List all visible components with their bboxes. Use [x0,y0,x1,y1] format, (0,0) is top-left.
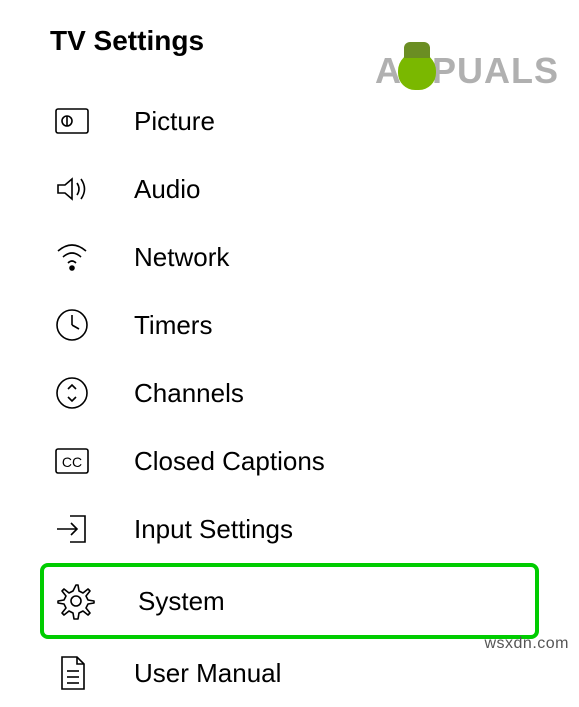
menu-label: Network [134,242,229,273]
cc-icon: CC [50,439,94,483]
menu-label: Audio [134,174,201,205]
settings-menu: Picture Audio Network Timers Channels CC… [40,87,539,707]
manual-icon [50,651,94,695]
channels-icon [50,371,94,415]
menu-item-network[interactable]: Network [40,223,539,291]
picture-icon [50,99,94,143]
watermark: APUALS [375,50,559,92]
menu-item-timers[interactable]: Timers [40,291,539,359]
watermark-suffix: PUALS [432,50,559,92]
menu-item-user-manual[interactable]: User Manual [40,639,539,707]
menu-label: Picture [134,106,215,137]
menu-item-closed-captions[interactable]: CC Closed Captions [40,427,539,495]
menu-label: User Manual [134,658,281,689]
input-icon [50,507,94,551]
mascot-icon [398,52,436,90]
menu-item-audio[interactable]: Audio [40,155,539,223]
audio-icon [50,167,94,211]
svg-text:CC: CC [62,454,82,470]
source-text: wsxdn.com [484,635,569,653]
menu-label: Input Settings [134,514,293,545]
menu-label: Channels [134,378,244,409]
menu-item-system[interactable]: System [40,563,539,639]
menu-item-input-settings[interactable]: Input Settings [40,495,539,563]
menu-label: Timers [134,310,212,341]
menu-item-channels[interactable]: Channels [40,359,539,427]
menu-item-picture[interactable]: Picture [40,87,539,155]
network-icon [50,235,94,279]
menu-label: System [138,586,225,617]
gear-icon [54,579,98,623]
timers-icon [50,303,94,347]
menu-label: Closed Captions [134,446,325,477]
